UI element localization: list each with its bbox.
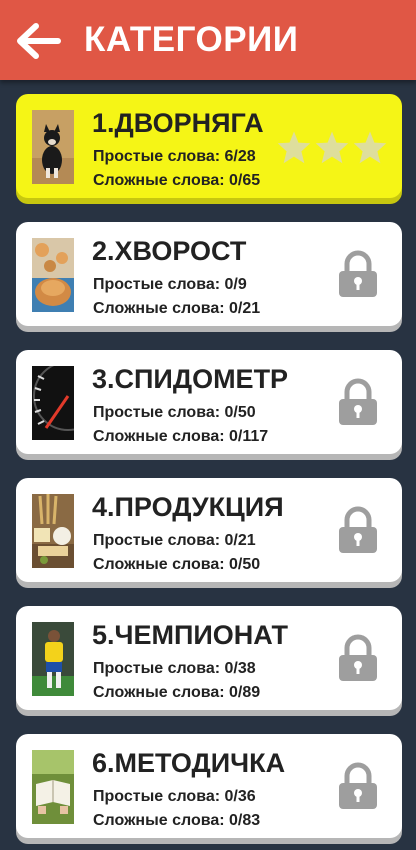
category-title: 4.ПРОДУКЦИЯ [92,492,284,522]
category-thumbnail-pastry [32,238,74,312]
category-thumbnail-dog [32,110,74,184]
complex-words-count: Сложные слова: 0/21 [93,300,261,317]
simple-words-count: Простые слова: 6/28 [93,148,256,165]
header-bar: КАТЕГОРИИ [0,0,416,80]
star-icon [353,131,387,164]
complex-words-count: Сложные слова: 0/65 [93,172,261,189]
complex-words-count: Сложные слова: 0/50 [93,556,261,573]
category-thumbnail-speedometer [32,366,74,440]
page-title: КАТЕГОРИИ [84,20,299,59]
simple-words-count: Простые слова: 0/21 [93,532,256,549]
category-title: 3.СПИДОМЕТР [92,364,289,394]
category-title: 6.МЕТОДИЧКА [92,748,286,778]
lock-icon [339,506,377,553]
category-thumbnail-food-products [32,494,74,568]
category-title: 5.ЧЕМПИОНАТ [92,620,288,650]
simple-words-count: Простые слова: 0/38 [93,660,256,677]
complex-words-count: Сложные слова: 0/83 [93,812,261,829]
category-card-3[interactable]: 3.СПИДОМЕТР Простые слова: 0/50 Сложные … [16,350,402,454]
category-card-2[interactable]: 2.ХВОРОСТ Простые слова: 0/9 Сложные сло… [16,222,402,326]
simple-words-count: Простые слова: 0/9 [93,276,247,293]
complex-words-count: Сложные слова: 0/117 [93,428,269,445]
category-card-5[interactable]: 5.ЧЕМПИОНАТ Простые слова: 0/38 Сложные … [16,606,402,710]
star-icon [315,131,349,164]
complex-words-count: Сложные слова: 0/89 [93,684,261,701]
arrow-left-icon[interactable] [14,22,62,60]
category-thumbnail-football-player [32,622,74,696]
lock-icon [339,378,377,425]
lock-icon [339,250,377,297]
lock-icon [339,634,377,681]
simple-words-count: Простые слова: 0/50 [93,404,256,421]
category-thumbnail-book [32,750,74,824]
category-card-1[interactable]: 1.ДВОРНЯГА Простые слова: 6/28 Сложные с… [16,94,402,198]
lock-icon [339,762,377,809]
star-rating [276,130,388,164]
category-card-6[interactable]: 6.МЕТОДИЧКА Простые слова: 0/36 Сложные … [16,734,402,838]
category-title: 1.ДВОРНЯГА [92,108,264,138]
category-title: 2.ХВОРОСТ [92,236,247,266]
simple-words-count: Простые слова: 0/36 [93,788,256,805]
star-icon [277,131,311,164]
category-card-4[interactable]: 4.ПРОДУКЦИЯ Простые слова: 0/21 Сложные … [16,478,402,582]
